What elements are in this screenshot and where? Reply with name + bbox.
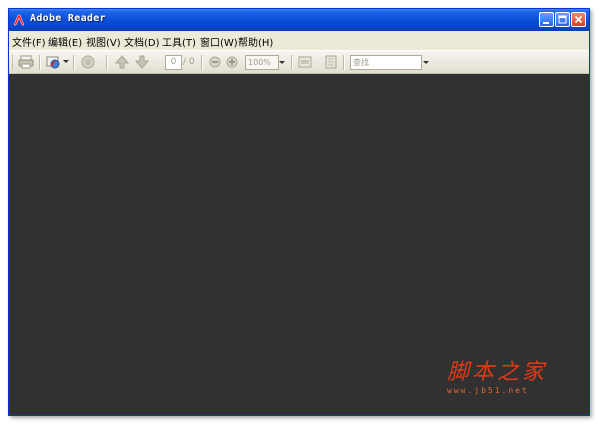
- maximize-icon: [558, 15, 567, 24]
- previous-page-icon[interactable]: [113, 54, 131, 70]
- watermark-logo: 脚本之家 www.jb51.net: [445, 354, 575, 402]
- email-icon[interactable]: [44, 54, 62, 70]
- adobe-reader-window: Adobe Reader 文件(F) 编辑(E) 视图(V) 文档(D) 工具(…: [8, 8, 590, 416]
- next-page-icon[interactable]: [133, 54, 151, 70]
- fit-width-icon[interactable]: [296, 54, 314, 70]
- close-button[interactable]: [571, 12, 586, 27]
- fit-page-icon[interactable]: [322, 54, 340, 70]
- toolbar-separator: [73, 55, 74, 70]
- toolbar: 0 / 0 100% 查找: [9, 50, 589, 74]
- chevron-down-icon[interactable]: [63, 60, 69, 64]
- zoom-level-input[interactable]: 100%: [245, 55, 279, 70]
- watermark-title: 脚本之家: [447, 360, 548, 385]
- menu-bar: 文件(F) 编辑(E) 视图(V) 文档(D) 工具(T) 窗口(W) 帮助(H…: [9, 31, 589, 49]
- find-dropdown-chevron-icon[interactable]: [422, 55, 430, 70]
- page-number-input[interactable]: 0: [165, 55, 182, 70]
- close-icon: [574, 15, 583, 24]
- zoom-in-icon[interactable]: [223, 54, 241, 70]
- maximize-button[interactable]: [555, 12, 570, 27]
- menu-file[interactable]: 文件(F): [12, 34, 46, 49]
- minimize-icon: [543, 22, 549, 24]
- toolbar-separator: [291, 55, 292, 70]
- toolbar-grip[interactable]: [12, 55, 15, 69]
- zoom-dropdown-chevron-icon[interactable]: [278, 55, 286, 70]
- menu-document[interactable]: 文档(D): [124, 34, 160, 49]
- window-title: Adobe Reader: [30, 13, 106, 24]
- toolbar-separator: [106, 55, 107, 70]
- menu-view[interactable]: 视图(V): [86, 34, 121, 49]
- menu-edit[interactable]: 编辑(E): [48, 34, 82, 49]
- toolbar-separator: [39, 55, 40, 70]
- minimize-button[interactable]: [539, 12, 554, 27]
- watermark-url: www.jb51.net: [447, 386, 529, 395]
- menu-window[interactable]: 窗口(W): [200, 34, 238, 49]
- zoom-out-icon[interactable]: [206, 54, 224, 70]
- menu-help[interactable]: 帮助(H): [238, 34, 273, 49]
- hand-icon[interactable]: [79, 54, 97, 70]
- toolbar-separator: [201, 55, 202, 70]
- page-total-label: / 0: [183, 57, 195, 67]
- toolbar-separator: [343, 55, 344, 70]
- title-bar[interactable]: Adobe Reader: [9, 9, 589, 31]
- menu-tools[interactable]: 工具(T): [162, 34, 196, 49]
- print-icon[interactable]: [17, 54, 35, 70]
- find-input[interactable]: 查找: [350, 55, 422, 70]
- adobe-reader-logo-icon: [13, 14, 25, 26]
